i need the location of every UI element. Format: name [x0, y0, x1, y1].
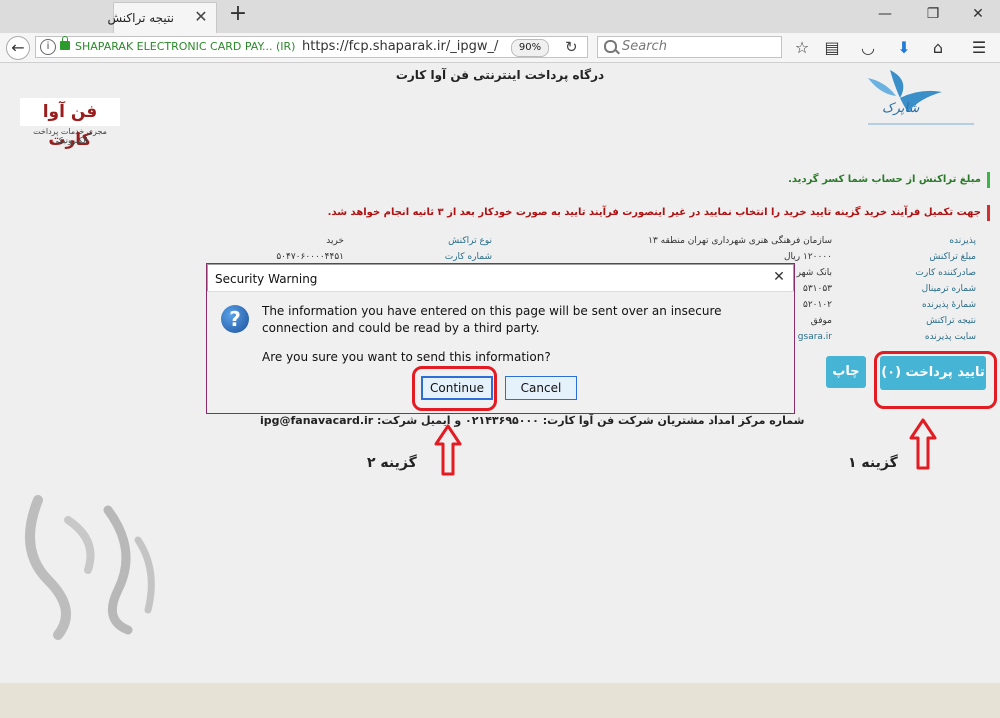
url-text[interactable]: https://fcp.shaparak.ir/_ipgw_/ [302, 39, 498, 54]
pocket-icon[interactable]: ◡ [857, 37, 879, 59]
site-identity[interactable]: SHAPARAK ELECTRONIC CARD PAY... (IR) [75, 40, 295, 53]
success-message: مبلغ تراکنش از حساب شما کسر گردید. [788, 172, 990, 188]
watermark-logo [25, 495, 155, 640]
merchant-number-label: شمارهٔ پذیرنده [921, 300, 976, 310]
dialog-title: Security Warning [215, 272, 318, 286]
fanava-logo: فن آوا کارت [20, 98, 120, 150]
info-icon[interactable]: i [40, 39, 56, 55]
merchant-label: پذیرنده [949, 236, 976, 246]
card-number-value: ۵۰۴۷۰۶۰۰۰۰۴۴۵۱ [276, 252, 344, 262]
close-window-button[interactable]: ✕ [963, 4, 993, 24]
search-placeholder: Search [622, 39, 667, 54]
print-button[interactable]: چاپ [826, 356, 866, 388]
card-number-label: شماره کارت [444, 252, 492, 262]
back-button[interactable]: ← [6, 36, 30, 60]
annotation-arrow-icon [434, 424, 462, 476]
bookmark-star-icon[interactable]: ☆ [791, 37, 813, 59]
download-icon[interactable]: ⬇ [893, 37, 915, 59]
fanava-tagline: مجری خدمات پرداخت الکترونیکی [33, 127, 107, 145]
merchant-number-value: ۵۲۰۱۰۲ [802, 300, 832, 310]
home-icon[interactable]: ⌂ [927, 37, 949, 59]
dialog-question: Are you sure you want to send this infor… [262, 350, 551, 364]
dialog-close-icon[interactable]: ✕ [771, 269, 787, 285]
site-label: سایت پذیرنده [924, 332, 976, 342]
annotation-ring-confirm [874, 351, 997, 409]
lock-icon [60, 36, 70, 50]
issuer-label: صادرکننده کارت [915, 268, 976, 278]
annotation-ring-continue [412, 366, 497, 411]
merchant-value: سازمان فرهنگی هنری شهرداری تهران منطقه ۱… [648, 236, 832, 246]
page-footer [0, 683, 1000, 718]
annotation-arrow-icon [909, 418, 937, 470]
terminal-value: ۵۳۱۰۵۳ [802, 284, 832, 294]
new-tab-button[interactable]: + [227, 3, 249, 26]
restore-button[interactable]: ❐ [918, 4, 948, 24]
issuer-value: بانک شهر [796, 268, 832, 278]
terminal-label: شماره ترمینال [921, 284, 976, 294]
reader-list-icon[interactable]: ▤ [821, 37, 843, 59]
support-contact-line: شماره مرکز امداد مشتریان شرکت فن آوا کار… [260, 414, 805, 427]
page-title: درگاه پرداخت اینترنتی فن آوا کارت [395, 68, 605, 82]
tab-close-icon[interactable]: ✕ [192, 8, 210, 26]
amount-value: ۱۲۰۰۰۰ ریال [783, 252, 832, 262]
tab-active[interactable]: نتیجه تراکنش ✕ [107, 2, 217, 33]
shaparak-logo-text: شاپرک [882, 101, 920, 116]
menu-icon[interactable]: ☰ [968, 37, 990, 59]
amount-label: مبلغ تراکنش [929, 252, 976, 262]
dialog-message: The information you have entered on this… [262, 304, 722, 335]
result-label: نتیجه تراکنش [926, 316, 976, 326]
minimize-button[interactable]: — [870, 4, 900, 24]
transaction-type-label: نوع تراکنش [448, 236, 492, 246]
search-icon [604, 40, 617, 53]
zoom-level[interactable]: 90% [511, 39, 549, 57]
reload-icon[interactable]: ↻ [565, 38, 578, 56]
warning-message: جهت تکمیل فرآیند خرید گزینه تایید خرید ر… [328, 205, 990, 221]
option-2-label: گزینه ۲ [367, 455, 417, 471]
option-1-label: گزینه ۱ [848, 455, 898, 471]
site-value[interactable]: gsara.ir [798, 332, 832, 342]
question-icon: ? [221, 305, 249, 333]
tab-title: نتیجه تراکنش [107, 11, 174, 25]
cancel-button[interactable]: Cancel [505, 376, 577, 400]
result-value: موفق [810, 316, 832, 326]
shaparak-logo: شاپرک [868, 70, 974, 125]
transaction-type-value: خرید [326, 236, 344, 246]
